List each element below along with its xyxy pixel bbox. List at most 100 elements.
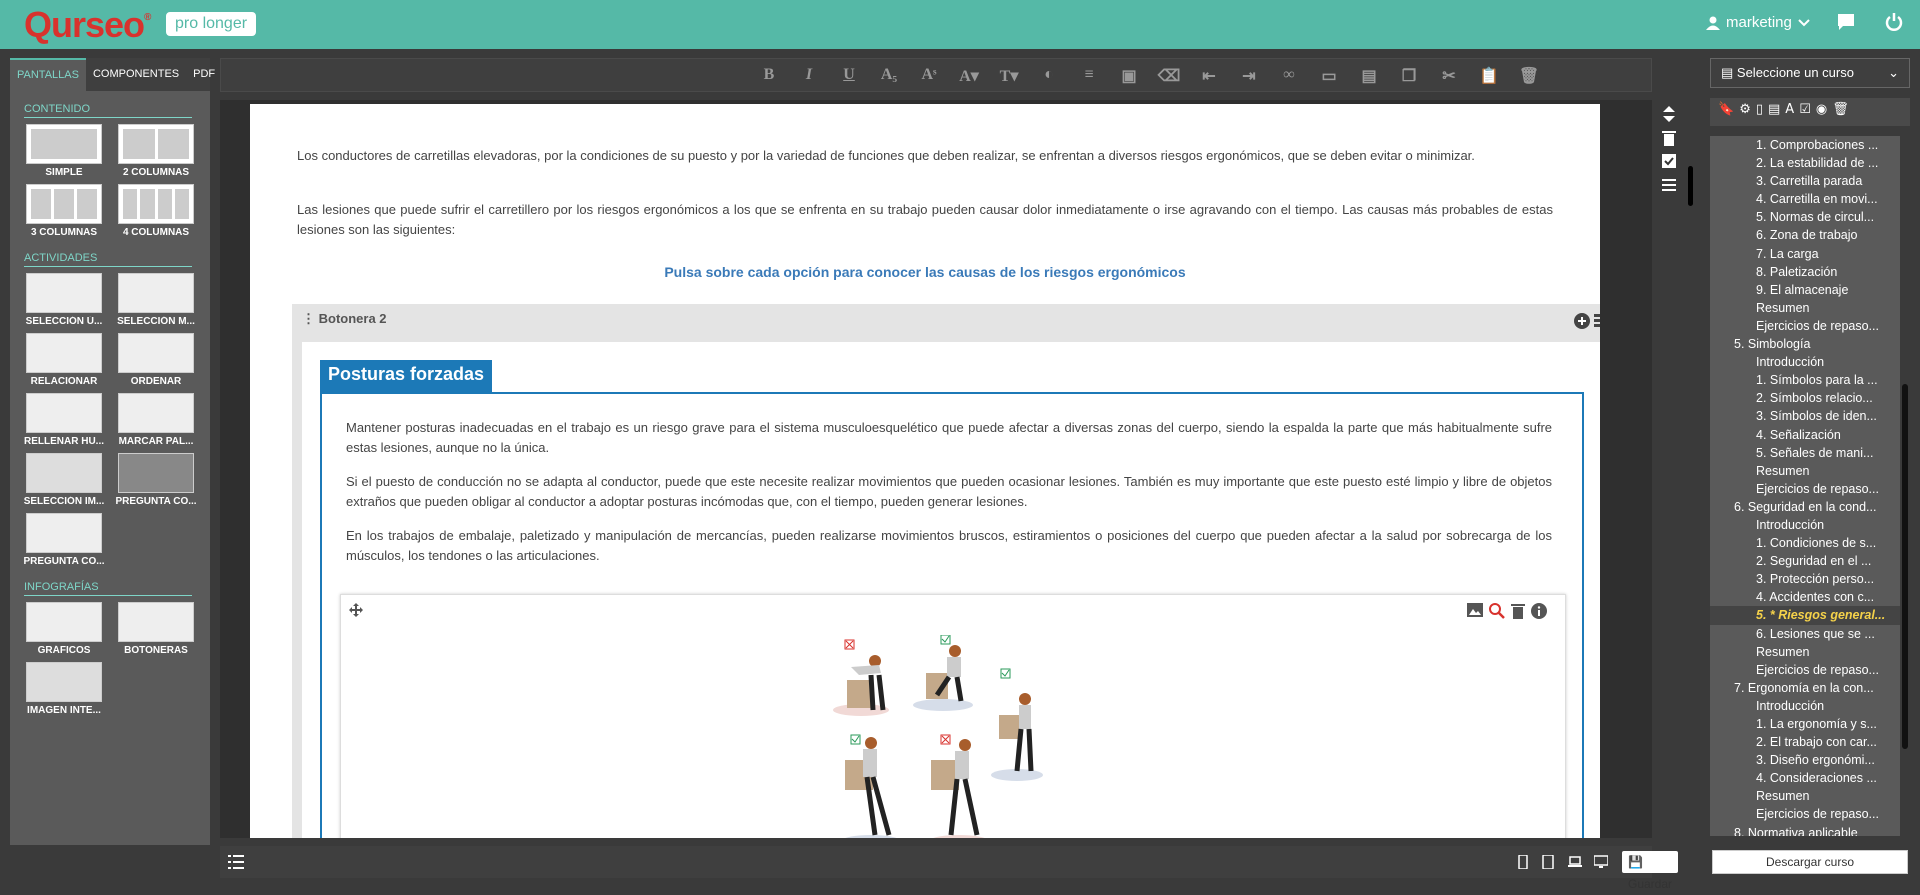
underline-icon[interactable]: U	[836, 66, 862, 86]
add-circle-icon[interactable]	[1574, 313, 1590, 329]
tree-item[interactable]: 4. Consideraciones ...	[1710, 769, 1900, 787]
tree-item[interactable]: 2. El trabajo con car...	[1710, 733, 1900, 751]
bold-icon[interactable]: B	[756, 66, 782, 86]
tab-posturas-forzadas[interactable]: Posturas forzadas	[320, 360, 493, 392]
tree-item[interactable]: 6. Seguridad en la cond...	[1710, 498, 1900, 516]
tree-item[interactable]: Resumen	[1710, 299, 1900, 317]
logo[interactable]: Qurseo®	[24, 4, 151, 46]
frame-icon[interactable]: ▣	[1116, 66, 1142, 86]
tree-item[interactable]: 4. Accidentes con c...	[1710, 588, 1900, 606]
tree-item[interactable]: 5. Señales de mani...	[1710, 444, 1900, 462]
tab-componentes[interactable]: COMPONENTES	[86, 58, 186, 91]
power-icon[interactable]	[1884, 12, 1904, 32]
tree-item[interactable]: 3. Símbolos de iden...	[1710, 407, 1900, 425]
move-icon[interactable]	[349, 603, 363, 617]
tree-scrollbar[interactable]	[1902, 384, 1908, 749]
tree-item[interactable]: Introducción	[1710, 353, 1900, 371]
tree-item[interactable]: 3. Carretilla parada	[1710, 172, 1900, 190]
block-icon[interactable]: ▤	[1356, 66, 1382, 86]
tree-item[interactable]: 7. Ergonomía en la con...	[1710, 679, 1900, 697]
tree-item[interactable]: 1. La ergonomía y s...	[1710, 715, 1900, 733]
paste-icon[interactable]: 📋	[1476, 66, 1502, 86]
zoom-icon[interactable]	[1489, 603, 1505, 619]
tree-item[interactable]: 7. La carga	[1710, 245, 1900, 263]
tree-item[interactable]: Ejercicios de repaso...	[1710, 317, 1900, 335]
desktop-view-icon[interactable]	[1594, 855, 1608, 869]
activity-seleccion-imagen[interactable]: SELECCIÓN IM...	[20, 453, 108, 509]
menu-block-icon[interactable]	[1662, 178, 1676, 192]
align-icon[interactable]: ≡	[1076, 66, 1102, 86]
tree-item[interactable]: 2. La estabilidad de ...	[1710, 154, 1900, 172]
tree-item[interactable]: 1. Comprobaciones ...	[1710, 136, 1900, 154]
editor-scrollbar[interactable]	[1688, 166, 1693, 206]
tree-item[interactable]: 6. Lesiones que se ...	[1710, 625, 1900, 643]
download-course-button[interactable]: Descargar curso	[1712, 850, 1908, 874]
tree-item[interactable]: 8. Normativa aplicable	[1710, 824, 1900, 836]
tab-pdf[interactable]: PDF	[186, 58, 222, 91]
panel-paragraph-3[interactable]: En los trabajos de embalaje, paletizado …	[346, 526, 1552, 566]
tree-item[interactable]: 1. Símbolos para la ...	[1710, 371, 1900, 389]
botonera-header[interactable]: ⋮ Botonera 2	[292, 304, 1600, 334]
tree-item[interactable]: Resumen	[1710, 643, 1900, 661]
outline-icon[interactable]	[228, 855, 244, 869]
tree-item[interactable]: Ejercicios de repaso...	[1710, 661, 1900, 679]
intro-paragraph-1[interactable]: Los conductores de carretillas elevadora…	[297, 146, 1553, 166]
activity-pregunta-co-1[interactable]: PREGUNTA CO...	[112, 453, 200, 509]
tree-item[interactable]: Introducción	[1710, 516, 1900, 534]
save-button[interactable]: 💾 Guardar	[1622, 851, 1679, 891]
superscript-icon[interactable]: Aˢ	[916, 66, 942, 86]
copy-icon[interactable]: ❐	[1396, 66, 1422, 86]
list-icon[interactable]	[1594, 313, 1600, 329]
line-height-icon[interactable]: T▾	[996, 66, 1022, 86]
palette-icon[interactable]: ◐	[1036, 66, 1062, 86]
tree-item[interactable]: 4. Carretilla en movi...	[1710, 190, 1900, 208]
info-icon[interactable]	[1531, 603, 1547, 619]
tree-item[interactable]: 6. Zona de trabajo	[1710, 226, 1900, 244]
tree-item[interactable]: Resumen	[1710, 787, 1900, 805]
intro-paragraph-2[interactable]: Las lesiones que puede sufrir el carreti…	[297, 200, 1553, 240]
layout-3-columnas[interactable]: 3 COLUMNAS	[20, 184, 108, 240]
tree-item[interactable]: Resumen	[1710, 462, 1900, 480]
subscript-icon[interactable]: A₅	[876, 66, 902, 86]
italic-icon[interactable]: I	[796, 66, 822, 86]
tree-item[interactable]: 9. El almacenaje	[1710, 281, 1900, 299]
file-icon[interactable]: ▯	[1756, 102, 1768, 117]
eraser-icon[interactable]: ⌫	[1156, 66, 1182, 86]
tree-item[interactable]: 4. Señalización	[1710, 426, 1900, 444]
font-size-icon[interactable]: A▾	[956, 66, 982, 86]
delete-icon[interactable]	[1511, 603, 1525, 619]
window-icon[interactable]: ▭	[1316, 66, 1342, 86]
layout-4-columnas[interactable]: 4 COLUMNAS	[112, 184, 200, 240]
clipboard-icon[interactable]: ▤	[1768, 102, 1785, 117]
tab-pantallas[interactable]: PANTALLAS	[10, 58, 86, 91]
tree-item[interactable]: Introducción	[1710, 697, 1900, 715]
indent-icon[interactable]: ⇥	[1236, 66, 1262, 86]
tree-item[interactable]: Ejercicios de repaso...	[1710, 805, 1900, 823]
cut-icon[interactable]: ✂	[1436, 66, 1462, 86]
course-select[interactable]: ▤ Seleccione un curso ⌄	[1710, 58, 1910, 88]
tree-item[interactable]: 1. Condiciones de s...	[1710, 534, 1900, 552]
activity-rellenar-huecos[interactable]: RELLENAR HU...	[20, 393, 108, 449]
layout-simple[interactable]: SIMPLE	[20, 124, 108, 180]
panel-paragraph-2[interactable]: Si el puesto de conducción no se adapta …	[346, 472, 1552, 512]
edit-check-icon[interactable]: ☑	[1799, 102, 1816, 117]
activity-seleccion-unica[interactable]: SELECCIÓN Ú...	[20, 273, 108, 329]
image-component[interactable]	[340, 594, 1566, 838]
trash-icon[interactable]: 🗑	[1516, 66, 1542, 86]
tablet-view-icon[interactable]	[1542, 855, 1554, 869]
tree-item[interactable]: 2. Símbolos relacio...	[1710, 389, 1900, 407]
trash-block-icon[interactable]	[1662, 130, 1676, 146]
bookmark-icon[interactable]: 🔖	[1718, 102, 1739, 117]
link-icon[interactable]: ∞	[1276, 66, 1302, 86]
image-icon[interactable]	[1467, 603, 1483, 617]
spell-icon[interactable]: A	[1785, 102, 1799, 117]
activity-relacionar[interactable]: RELACIONAR	[20, 333, 108, 389]
user-menu[interactable]: marketing	[1706, 14, 1810, 31]
tree-item[interactable]: 8. Paletización	[1710, 263, 1900, 281]
tree-item[interactable]: 5. Normas de circul...	[1710, 208, 1900, 226]
tree-item[interactable]: 3. Diseño ergonómi...	[1710, 751, 1900, 769]
infografia-botoneras[interactable]: BOTONERAS	[112, 602, 200, 658]
panel-paragraph-1[interactable]: Mantener posturas inadecuadas en el trab…	[346, 418, 1552, 458]
activity-seleccion-multiple[interactable]: SELECCIÓN M...	[112, 273, 200, 329]
laptop-view-icon[interactable]	[1568, 856, 1582, 868]
